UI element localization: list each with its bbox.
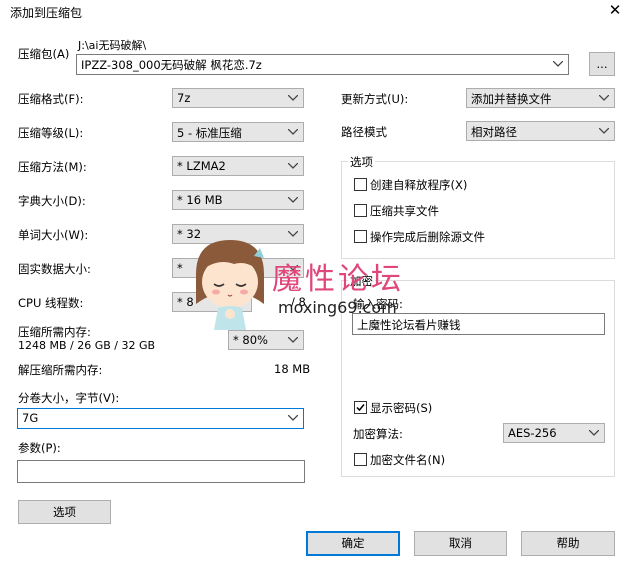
archive-name-combo[interactable]: IPZZ-308_000无码破解 枫花恋.7z — [76, 54, 569, 75]
chevron-down-icon[interactable] — [552, 55, 564, 73]
archive-name-value: IPZZ-308_000无码破解 枫花恋.7z — [81, 58, 262, 72]
method-select[interactable]: * LZMA2 — [172, 156, 304, 176]
solid-value: * — [177, 261, 183, 275]
archive-label: 压缩包(A) — [18, 47, 70, 61]
format-label: 压缩格式(F): — [18, 92, 84, 106]
watermark-url: moxing69.com — [278, 298, 397, 317]
sfx-checkbox[interactable] — [354, 178, 367, 191]
browse-button[interactable]: ... — [589, 52, 615, 76]
path-mode-select[interactable]: 相对路径 — [466, 121, 615, 141]
mem-value: * 80% — [233, 333, 268, 347]
options-button[interactable]: 选项 — [18, 500, 111, 524]
checkmark-icon — [356, 404, 365, 412]
cpu-label: CPU 线程数: — [18, 296, 84, 310]
window-title: 添加到压缩包 — [10, 6, 83, 20]
chevron-down-icon — [287, 157, 299, 175]
format-select[interactable]: 7z — [172, 88, 304, 108]
update-value: 添加并替换文件 — [471, 92, 552, 106]
dict-label: 字典大小(D): — [18, 194, 86, 208]
format-value: 7z — [177, 91, 191, 105]
help-button[interactable]: 帮助 — [521, 531, 615, 556]
path-mode-value: 相对路径 — [471, 125, 517, 139]
level-value: 5 - 标准压缩 — [177, 126, 242, 140]
dict-select[interactable]: * 16 MB — [172, 190, 304, 210]
chevron-down-icon — [287, 191, 299, 209]
delete-source-checkbox[interactable] — [354, 230, 367, 243]
close-button[interactable]: ✕ — [606, 0, 624, 20]
chevron-down-icon — [287, 409, 299, 427]
encrypt-names-checkbox[interactable] — [354, 453, 367, 466]
password-value: 上魔性论坛看片赚钱 — [357, 318, 461, 332]
path-mode-label: 路径模式 — [341, 125, 387, 139]
delete-source-label: 操作完成后删除源文件 — [370, 230, 485, 244]
dict-value: * 16 MB — [177, 193, 223, 207]
shared-label: 压缩共享文件 — [370, 204, 439, 218]
level-select[interactable]: 5 - 标准压缩 — [172, 122, 304, 142]
enc-method-select[interactable]: AES-256 — [503, 423, 605, 443]
split-combo[interactable]: 7G — [17, 408, 304, 429]
cancel-button[interactable]: 取消 — [414, 531, 507, 556]
show-password-label: 显示密码(S) — [370, 401, 433, 415]
method-label: 压缩方法(M): — [18, 160, 87, 174]
chevron-down-icon — [598, 122, 610, 140]
watermark-text: 魔性论坛 — [272, 262, 404, 297]
enc-method-value: AES-256 — [508, 426, 557, 440]
chevron-down-icon — [287, 225, 299, 243]
show-password-checkbox[interactable] — [354, 401, 367, 414]
update-select[interactable]: 添加并替换文件 — [466, 88, 615, 108]
mem-label: 压缩所需内存: — [18, 325, 91, 339]
sfx-label: 创建自释放程序(X) — [370, 178, 468, 192]
chevron-down-icon — [598, 89, 610, 107]
dmem-value: 18 MB — [274, 362, 311, 376]
chevron-down-icon — [588, 424, 600, 442]
options-group-label: 选项 — [348, 154, 375, 170]
solid-label: 固实数据大小: — [18, 262, 91, 276]
update-label: 更新方式(U): — [341, 92, 409, 106]
chevron-down-icon — [287, 89, 299, 107]
watermark-mascot — [188, 234, 272, 334]
encrypt-names-label: 加密文件名(N) — [370, 453, 446, 467]
level-label: 压缩等级(L): — [18, 126, 84, 140]
dmem-label: 解压缩所需内存: — [18, 363, 103, 377]
chevron-down-icon — [287, 123, 299, 141]
ok-button[interactable]: 确定 — [306, 531, 400, 556]
split-value: 7G — [22, 411, 39, 425]
shared-checkbox[interactable] — [354, 204, 367, 217]
method-value: * LZMA2 — [177, 159, 226, 173]
split-label: 分卷大小，字节(V): — [18, 391, 120, 405]
mem-detail: 1248 MB / 26 GB / 32 GB — [18, 339, 156, 352]
archive-path: J:\ai无码破解\ — [78, 39, 147, 52]
chevron-down-icon — [287, 331, 299, 349]
params-label: 参数(P): — [18, 441, 61, 455]
params-input[interactable] — [17, 460, 305, 483]
word-label: 单词大小(W): — [18, 228, 89, 242]
enc-method-label: 加密算法: — [353, 427, 403, 441]
